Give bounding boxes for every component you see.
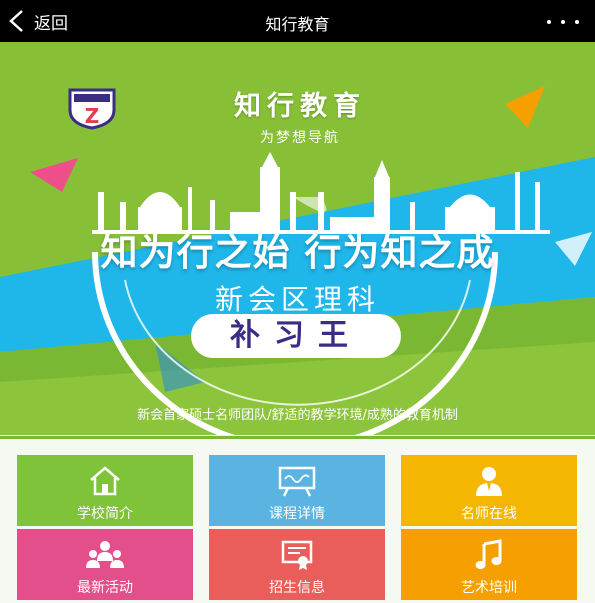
group-icon (86, 541, 124, 568)
svg-text:Z: Z (85, 104, 100, 128)
tagline: 新会首家硕士名师团队/舒适的教学环境/成熟的教育机制 (137, 408, 458, 423)
menu-art-training[interactable]: 艺术培训 (401, 529, 577, 600)
house-icon (90, 466, 120, 496)
menu-label: 学校简介 (77, 506, 133, 522)
hero-banner: Z 知行教育 为梦想导航 知为行之始 行为知之成 新会区理科 补习王 新会首家硕… (0, 42, 595, 435)
teacher-icon (476, 467, 502, 496)
menu-teachers-online[interactable]: 名师在线 (401, 455, 577, 526)
page-title: 知行教育 (265, 15, 330, 34)
badge-label: 补习王 (191, 314, 401, 358)
brand-subtitle: 为梦想导航 (260, 130, 340, 146)
menu-label: 艺术培训 (461, 580, 517, 596)
menu-school-intro[interactable]: 学校简介 (17, 455, 193, 526)
more-dot-icon (561, 20, 565, 24)
menu-latest-events[interactable]: 最新活动 (17, 529, 193, 600)
chalkboard-icon (278, 466, 316, 497)
brand-block: 知行教育 为梦想导航 (200, 84, 400, 147)
menu-course-details[interactable]: 课程详情 (209, 455, 385, 526)
music-note-icon (475, 539, 502, 569)
more-options-button[interactable] (543, 12, 583, 32)
zhixing-logo-icon: Z (68, 88, 116, 130)
slogan: 知为行之始 行为知之成 (100, 231, 495, 274)
brand-title: 知行教育 (234, 91, 366, 122)
menu-admission-info[interactable]: 招生信息 (209, 529, 385, 600)
top-bar: 返回 知行教育 (0, 0, 595, 42)
menu-label: 招生信息 (269, 580, 325, 596)
menu-label: 最新活动 (77, 580, 133, 596)
district-label: 新会区理科 (214, 283, 380, 316)
menu-label: 名师在线 (461, 506, 517, 522)
more-dot-icon (547, 20, 551, 24)
menu-label: 课程详情 (269, 506, 325, 522)
menu-grid: 学校简介 课程详情 名师在线 最新活动 招生信息 艺术培训 (0, 436, 595, 603)
certificate-icon (281, 540, 313, 570)
more-dot-icon (575, 20, 579, 24)
